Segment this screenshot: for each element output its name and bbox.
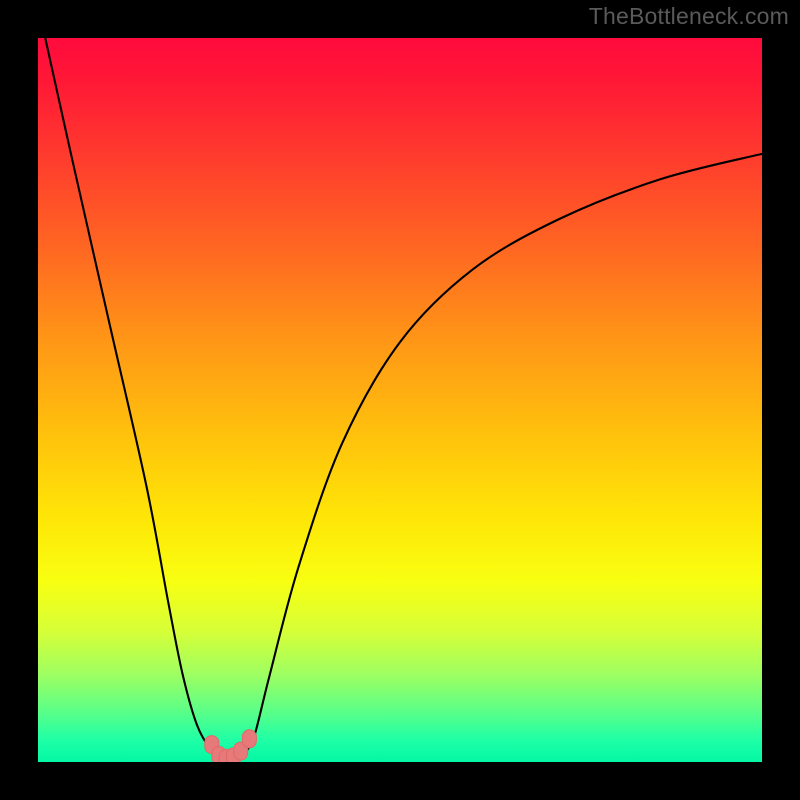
plot-area: [38, 38, 762, 762]
chart-frame: TheBottleneck.com: [0, 0, 800, 800]
watermark-text: TheBottleneck.com: [589, 3, 789, 30]
gradient-background: [38, 38, 762, 762]
